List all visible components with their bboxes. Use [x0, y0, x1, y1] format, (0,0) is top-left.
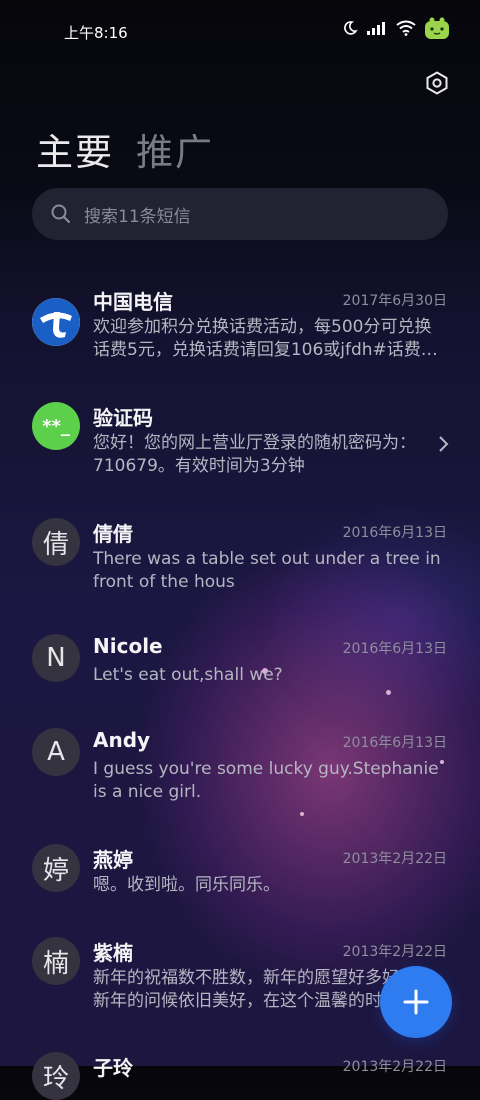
sender-name: 燕婷	[93, 848, 133, 872]
status-time: 上午8:16	[64, 24, 128, 42]
sender-name: 中国电信	[93, 290, 173, 314]
message-date: 2013年2月22日	[342, 851, 447, 867]
sender-name: 验证码	[93, 406, 153, 430]
message-row[interactable]: 中国电信 2017年6月30日 欢迎参加积分兑换话费活动，每500分可兑换话费5…	[0, 286, 480, 380]
message-date: 2016年6月13日	[342, 735, 447, 751]
avatar-initial: 玲	[32, 1052, 80, 1100]
avatar-initial: N	[32, 634, 80, 682]
message-row[interactable]: 婷 燕婷 2013年2月22日 嗯。收到啦。同乐同乐。	[0, 844, 480, 914]
search-placeholder: 搜索11条短信	[84, 206, 191, 227]
message-row[interactable]: 玲 子玲 2013年2月22日	[0, 1052, 480, 1100]
sender-name: 紫楠	[93, 941, 133, 965]
avatar-china-telecom	[32, 298, 80, 346]
search-icon	[51, 204, 71, 224]
message-date: 2016年6月13日	[342, 641, 447, 657]
signal-icon	[367, 22, 385, 35]
category-tabs: 主要 推广	[36, 122, 214, 176]
settings-button[interactable]	[422, 68, 452, 98]
new-message-button[interactable]	[380, 966, 452, 1038]
settings-hexagon-icon	[426, 71, 448, 95]
avatar-initial: A	[32, 728, 80, 776]
status-bar: 上午8:16	[0, 0, 480, 62]
message-preview: 欢迎参加积分兑换话费活动，每500分可兑换话费5元，兑换话费请回复106或jfd…	[93, 317, 438, 360]
message-row[interactable]: N Nicole 2016年6月13日 Let's eat out,shall …	[0, 634, 480, 704]
moon-icon	[344, 21, 358, 35]
message-date: 2013年2月22日	[342, 944, 447, 960]
sender-name: 倩倩	[93, 522, 133, 546]
status-icons	[342, 16, 450, 40]
avatar-initial: 婷	[32, 844, 80, 892]
message-date: 2016年6月13日	[342, 525, 447, 541]
search-bar[interactable]: 搜索11条短信	[32, 188, 448, 240]
message-preview: There was a table set out under a tree i…	[93, 549, 441, 592]
tab-primary[interactable]: 主要	[36, 122, 114, 176]
avatar-initial: 倩	[32, 518, 80, 566]
tab-promotions[interactable]: 推广	[136, 122, 214, 176]
sender-name: 子玲	[93, 1056, 133, 1080]
avatar-initial: 楠	[32, 937, 80, 985]
plus-icon	[403, 989, 429, 1015]
message-date: 2017年6月30日	[342, 293, 447, 309]
message-date: 2013年2月22日	[342, 1059, 447, 1075]
message-row[interactable]: A Andy 2016年6月13日 I guess you're some lu…	[0, 728, 480, 822]
battery-icon	[425, 17, 449, 39]
message-preview: 您好！您的网上营业厅登录的随机密码为：710679。有效时间为3分钟	[93, 433, 416, 476]
message-preview: Let's eat out,shall we?	[93, 665, 283, 685]
sender-name: Andy	[93, 728, 151, 752]
chevron-right-icon	[439, 436, 449, 452]
wifi-icon	[396, 20, 416, 36]
china-telecom-logo-icon	[32, 298, 80, 346]
message-row[interactable]: **_ 验证码 您好！您的网上营业厅登录的随机密码为：710679。有效时间为3…	[0, 402, 480, 496]
message-preview: 嗯。收到啦。同乐同乐。	[93, 875, 280, 895]
message-row[interactable]: 倩 倩倩 2016年6月13日 There was a table set ou…	[0, 518, 480, 612]
avatar-verification-code: **_	[32, 402, 80, 450]
message-preview: I guess you're some lucky guy.Stephanie …	[93, 759, 439, 802]
sender-name: Nicole	[93, 634, 163, 658]
